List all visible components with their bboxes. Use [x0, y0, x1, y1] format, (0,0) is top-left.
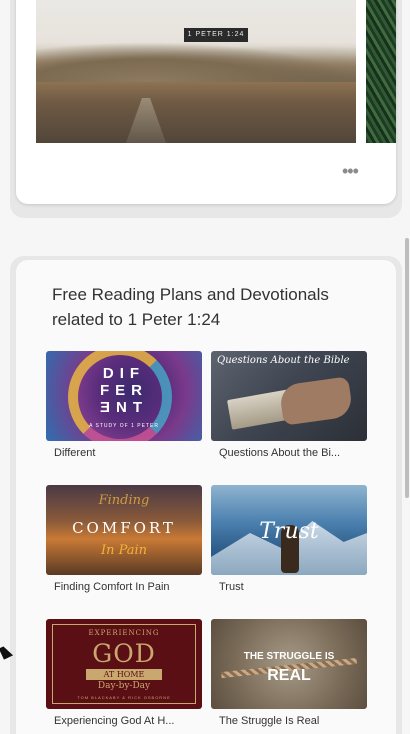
verse-card: 1 PETER 1:24 ••• [16, 0, 396, 204]
plans-section-title: Free Reading Plans and Devotionals relat… [52, 285, 329, 329]
landscape-path [126, 98, 166, 143]
plan-thumbnail[interactable]: THE STRUGGLE IS REAL [211, 619, 367, 709]
plan-tile-experiencing-god-at-home[interactable]: EXPERIENCING GOD AT HOME Day-by-Day TOM … [46, 619, 202, 727]
thumbnail-line-2: REAL [267, 667, 311, 684]
plan-label[interactable]: Different [46, 447, 202, 459]
app-viewport: 1 PETER 1:24 ••• Free Reading Plans and … [0, 0, 410, 734]
plan-thumbnail[interactable]: EXPERIENCING GOD AT HOME Day-by-Day TOM … [46, 619, 202, 709]
thumbnail-title: Questions About the Bible [217, 355, 350, 366]
thumbnail-subtitle: A STUDY OF 1 PETER [89, 423, 159, 429]
scrollbar[interactable] [405, 238, 409, 498]
plan-tile-finding-comfort-in-pain[interactable]: Finding COMFORT In Pain Finding Comfort … [46, 485, 202, 593]
thumbnail-line-1: EXPERIENCING [88, 629, 160, 637]
plan-tile-different[interactable]: DIF FER ƎNT A STUDY OF 1 PETER Different [46, 351, 202, 459]
plan-tile-trust[interactable]: Trust Trust [211, 485, 367, 593]
more-options-icon[interactable]: ••• [342, 162, 362, 180]
plan-label[interactable]: Finding Comfort In Pain [46, 581, 202, 593]
plan-label[interactable]: Questions About the Bi... [211, 447, 367, 459]
plan-thumbnail[interactable]: Questions About the Bible [211, 351, 367, 441]
thumbnail-line-1: THE STRUGGLE IS [243, 651, 335, 662]
plan-thumbnail[interactable]: DIF FER ƎNT A STUDY OF 1 PETER [46, 351, 202, 441]
plan-thumbnail[interactable]: Trust [211, 485, 367, 575]
plan-thumbnail[interactable]: Finding COMFORT In Pain [46, 485, 202, 575]
thumbnail-line-4: Day-by-Day [97, 681, 151, 691]
thumbnail-line-2: GOD [92, 639, 156, 668]
thumbnail-title: Trust [259, 519, 319, 544]
thumbnail-line-1: Finding [98, 493, 150, 508]
plan-label[interactable]: The Struggle Is Real [211, 715, 367, 727]
thumbnail-line-5: TOM BLACKABY & RICK OSBORNE [77, 695, 171, 700]
thumbnail-line-2: COMFORT [72, 519, 176, 537]
next-verse-image[interactable] [366, 0, 396, 143]
landscape-hills [36, 42, 356, 82]
plan-tile-the-struggle-is-real[interactable]: THE STRUGGLE IS REAL The Struggle Is Rea… [211, 619, 367, 727]
hand-graphic [278, 376, 354, 426]
thumbnail-title: DIF FER ƎNT [100, 365, 148, 416]
verse-reference: 1 PETER 1:24 [184, 28, 248, 42]
thumbnail-line-3: AT HOME [86, 669, 162, 680]
plan-label[interactable]: Experiencing God At H... [46, 715, 202, 727]
thumbnail-line-3: In Pain [100, 543, 148, 558]
plan-label[interactable]: Trust [211, 581, 367, 593]
verse-image[interactable]: 1 PETER 1:24 [36, 0, 356, 143]
plan-tile-questions-about-the-bible[interactable]: Questions About the Bible Questions Abou… [211, 351, 367, 459]
